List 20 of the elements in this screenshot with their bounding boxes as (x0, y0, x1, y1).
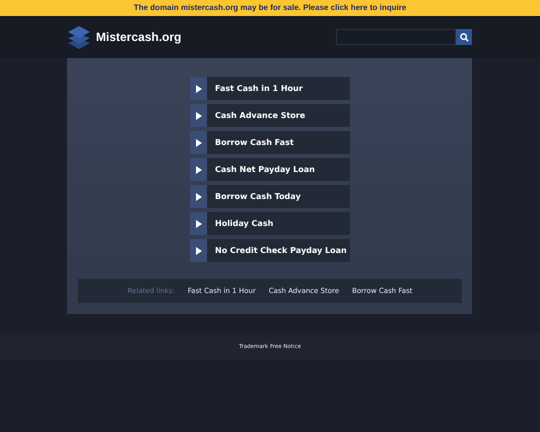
play-icon (196, 166, 202, 174)
link-tile[interactable]: Cash Advance Store (190, 104, 350, 127)
stack-logo-icon (67, 24, 91, 50)
link-tile[interactable]: Holiday Cash (190, 212, 350, 235)
link-tile[interactable]: No Credit Check Payday Loan (190, 239, 350, 262)
link-tile[interactable]: Cash Net Payday Loan (190, 158, 350, 181)
play-icon (196, 192, 202, 200)
sale-banner-link[interactable]: The domain mistercash.org may be for sale. Please click here to inquire (0, 0, 540, 16)
link-tile[interactable]: Borrow Cash Fast (190, 131, 350, 154)
play-icon (196, 112, 202, 120)
play-icon (196, 84, 202, 92)
link-tile[interactable]: Borrow Cash Today (190, 185, 350, 208)
play-icon (196, 220, 202, 228)
site-name[interactable]: Mistercash.org (96, 30, 182, 44)
search-icon (460, 32, 468, 42)
link-tile[interactable]: Fast Cash in 1 Hour (190, 77, 350, 100)
search-button[interactable] (456, 29, 472, 45)
search-field[interactable] (336, 29, 456, 45)
play-icon (196, 138, 202, 146)
play-icon (196, 246, 202, 254)
